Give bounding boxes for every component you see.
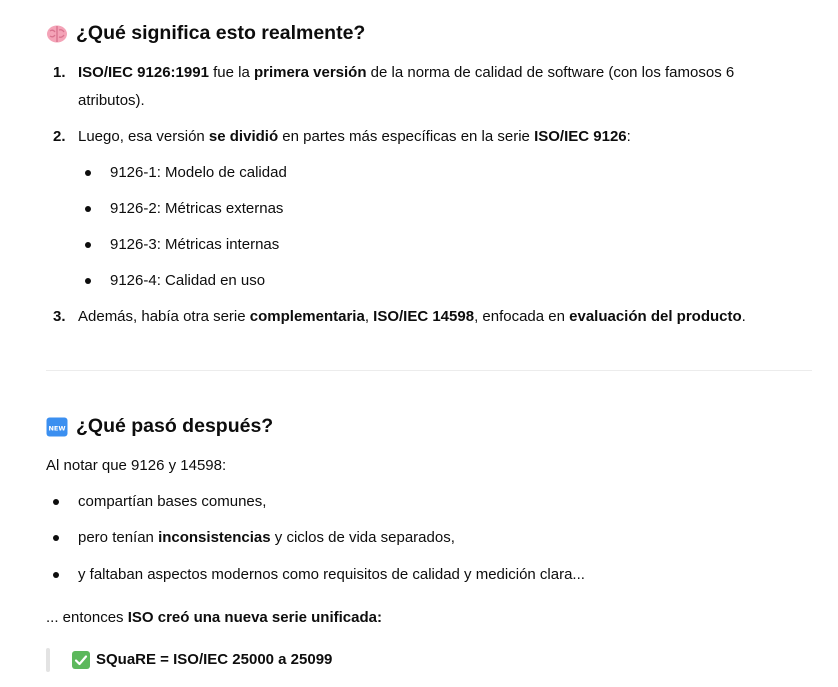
list-item-text: y faltaban aspectos modernos como requis… [78,561,585,589]
bullet-dot [85,242,91,248]
section-divider [46,370,812,371]
text-segment: y ciclos de vida separados, [270,529,455,546]
bold-text-segment: ISO/IEC 14598 [373,308,475,325]
list-number: 1. [53,64,66,81]
bullet-dot [85,170,91,176]
text-segment: ... entonces [46,609,128,626]
text-segment: Luego, esa versión [78,128,209,145]
text-segment: de la norma de calidad de software (con … [366,64,735,81]
bullet-dot [53,572,59,578]
text-segment: : [626,128,631,145]
new-icon-label: NEW [48,424,65,432]
text-segment: compartían bases comunes, [78,493,267,510]
bullet-dot [53,535,59,541]
bullet-dot [53,499,59,505]
bold-text-segment: inconsistencias [158,529,271,546]
bold-text-segment: se dividió [208,128,279,145]
bold-text-segment: primera versión [253,64,367,81]
bold-text-segment: ISO/IEC 9126:1991 [78,64,209,81]
conclusion-text: ... entonces ISO creó una nueva serie un… [46,604,382,632]
list-item-text: compartían bases comunes, [78,488,266,516]
text-segment: y faltaban aspectos modernos como requis… [78,566,585,583]
brain-icon [46,23,68,45]
sub-list-item: 9126-1: Modelo de calidad [110,164,287,181]
section-heading-what-happened: NEW ¿Qué pasó después? [46,415,273,438]
list-number: 3. [53,308,66,325]
list-item-text: Además, había otra serie complementaria,… [78,303,746,331]
blockquote-text: SQuaRE = ISO/IEC 25000 a 25099 [96,651,333,668]
section-title: ¿Qué pasó después? [76,415,274,437]
text-segment: pero tenían [78,529,159,546]
list-number: 2. [53,128,66,145]
list-item-text: Luego, esa versión se dividió en partes … [78,123,631,151]
list-item-text: ISO/IEC 9126:1991 fue la primera versión… [78,59,734,87]
bold-text-segment: ISO/IEC 9126 [534,128,627,145]
section-title: ¿Qué significa esto realmente? [76,22,366,44]
blockquote-bar [46,648,50,672]
bullet-dot [85,278,91,284]
bold-text-segment: evaluación del producto [569,308,742,325]
text-segment: Además, había otra serie [78,308,250,325]
intro-text: Al notar que 9126 y 14598: [46,457,227,474]
new-icon: NEW [46,416,68,438]
bullet-dot [85,206,91,212]
list-item-text: pero tenían inconsistencias y ciclos de … [78,524,455,552]
text-segment: en partes más específicas en la serie [278,128,535,145]
sub-list-item: 9126-3: Métricas internas [110,236,280,253]
list-item-text-continuation: atributos). [78,92,145,109]
text-segment: fue la [208,64,254,81]
bold-text-segment: ISO creó una nueva serie unificada: [127,609,382,626]
text-segment: . [741,308,746,325]
text-segment: , enfocada en [474,308,570,325]
blockquote: SQuaRE = ISO/IEC 25000 a 25099 [72,646,332,674]
bold-text-segment: complementaria [249,308,365,325]
sub-list-item: 9126-4: Calidad en uso [110,272,266,289]
check-mark-icon [72,651,90,669]
sub-list-item: 9126-2: Métricas externas [110,200,284,217]
text-segment: , [364,308,374,325]
section-heading-significance: ¿Qué significa esto realmente? [46,22,365,45]
